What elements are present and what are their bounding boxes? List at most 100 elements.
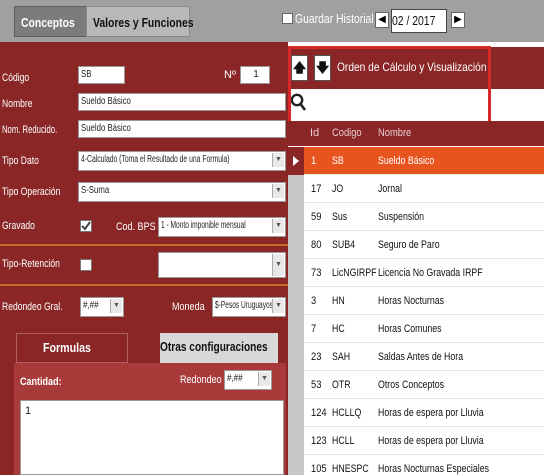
- cell-codigo: HNESPC: [332, 463, 369, 475]
- cell-id: 123: [311, 435, 327, 447]
- cell-codigo: OTR: [332, 379, 351, 391]
- tipo-operacion-select[interactable]: S-Suma ▼: [78, 182, 286, 202]
- next-period-button[interactable]: ▶: [451, 12, 465, 28]
- tab-valores-funciones[interactable]: Valores y Funciones: [86, 6, 194, 37]
- nombre-reducido-input[interactable]: Sueldo Básico: [78, 120, 286, 138]
- row-indicator: [288, 371, 304, 399]
- row-indicator: [288, 203, 304, 231]
- numero-label: Nº: [224, 69, 236, 81]
- arrow-left-icon: ◀: [378, 14, 386, 25]
- previous-period-button[interactable]: ◀: [375, 12, 389, 28]
- tab-valores-label: Valores y Funciones: [93, 15, 194, 30]
- row-indicator: [288, 147, 304, 175]
- search-input[interactable]: [308, 89, 544, 119]
- cell-nombre: Suspensión: [378, 211, 424, 223]
- cell-id: 17: [311, 183, 322, 195]
- nombre-reducido-label: Nom. Reducido.: [2, 124, 58, 136]
- nombre-input[interactable]: Sueldo Básico: [78, 93, 286, 111]
- chevron-down-icon: ▼: [258, 372, 270, 386]
- redondeo-select[interactable]: #,## ▼: [224, 370, 272, 390]
- cell-nombre: Jornal: [378, 183, 402, 195]
- cell-codigo: HC: [332, 323, 345, 335]
- cell-codigo: HCLL: [332, 435, 355, 447]
- cell-codigo: HCLLQ: [332, 407, 362, 419]
- period-field[interactable]: 02 / 2017: [391, 9, 447, 33]
- tab-formulas[interactable]: Formulas: [16, 333, 128, 363]
- table-row[interactable]: 3 HN Horas Nocturnas: [288, 287, 544, 315]
- move-down-button[interactable]: 🡇: [314, 55, 331, 81]
- arrow-up-icon: 🡅: [292, 60, 307, 75]
- row-pointer-icon: [293, 156, 299, 166]
- nombre-label: Nombre: [2, 98, 33, 110]
- table-row[interactable]: 124 HCLLQ Horas de espera por Lluvia: [288, 399, 544, 427]
- chevron-down-icon: ▼: [272, 184, 284, 198]
- tab-otras-configuraciones[interactable]: Otras configuraciones: [160, 333, 278, 363]
- cell-id: 80: [311, 239, 322, 251]
- cell-id: 23: [311, 351, 322, 363]
- redondeo-gral-select[interactable]: #,## ▼: [80, 297, 124, 317]
- tipo-retencion-checkbox[interactable]: [80, 259, 92, 271]
- header-nombre: Nombre: [378, 127, 412, 139]
- gravado-checkbox[interactable]: [80, 220, 92, 232]
- cell-codigo: SAH: [332, 351, 351, 363]
- tab-conceptos[interactable]: Conceptos: [14, 6, 90, 37]
- row-indicator: [288, 427, 304, 455]
- table-row[interactable]: 73 LicNGIRPF Licencia No Gravada IRPF: [288, 259, 544, 287]
- cell-id: 59: [311, 211, 322, 223]
- codigo-input[interactable]: SB: [78, 66, 125, 84]
- gravado-label: Gravado: [2, 220, 35, 232]
- cantidad-label: Cantidad:: [20, 376, 62, 388]
- table-row[interactable]: 53 OTR Otros Conceptos: [288, 371, 544, 399]
- table-row[interactable]: 59 Sus Suspensión: [288, 203, 544, 231]
- chevron-down-icon: ▼: [272, 254, 284, 276]
- cell-nombre: Licencia No Gravada IRPF: [378, 267, 483, 279]
- table-row[interactable]: 7 HC Horas Comunes: [288, 315, 544, 343]
- numero-input[interactable]: 1: [240, 66, 270, 84]
- cell-id: 1: [311, 155, 317, 167]
- cell-id: 124: [311, 407, 327, 419]
- order-title: Orden de Cálculo y Visualización: [337, 60, 487, 74]
- cell-codigo: SUB4: [332, 239, 355, 251]
- formula-textarea[interactable]: 1: [20, 400, 284, 475]
- cell-codigo: LicNGIRPF: [332, 267, 377, 279]
- cell-codigo: HN: [332, 295, 345, 307]
- table-row[interactable]: 80 SUB4 Seguro de Paro: [288, 231, 544, 259]
- chevron-down-icon: ▼: [272, 299, 284, 313]
- moneda-select[interactable]: $-Pesos Uruguayos ▼: [212, 297, 286, 317]
- header-codigo: Codigo: [332, 127, 362, 139]
- redondeo-gral-label: Redondeo Gral.: [2, 301, 63, 313]
- chevron-down-icon: ▼: [272, 219, 284, 233]
- tipo-retencion-select[interactable]: ▼: [158, 252, 286, 278]
- table-row[interactable]: 23 SAH Saldas Antes de Hora: [288, 343, 544, 371]
- cell-nombre: Horas Nocturnas: [378, 295, 445, 307]
- cell-nombre: Horas de espera por Lluvia: [378, 435, 484, 447]
- cell-id: 105: [311, 463, 327, 475]
- table-row[interactable]: 123 HCLL Horas de espera por Lluvia: [288, 427, 544, 455]
- guardar-historial-checkbox[interactable]: [282, 13, 293, 24]
- cell-nombre: Seguro de Paro: [378, 239, 440, 251]
- row-indicator: [288, 399, 304, 427]
- table-row[interactable]: 17 JO Jornal: [288, 175, 544, 203]
- chevron-down-icon: ▼: [272, 153, 284, 167]
- codigo-label: Código: [2, 72, 30, 84]
- tipo-dato-select[interactable]: 4-Calculado (Toma el Resultado de una Fo…: [78, 151, 286, 171]
- cell-codigo: Sus: [332, 211, 348, 223]
- cell-nombre: Sueldo Básico: [378, 155, 435, 167]
- arrow-down-icon: 🡇: [315, 60, 330, 75]
- header-id: Id: [310, 127, 320, 139]
- move-up-button[interactable]: 🡅: [291, 55, 308, 81]
- cell-id: 7: [311, 323, 317, 335]
- cell-codigo: JO: [332, 183, 344, 195]
- cell-nombre: Horas Nocturnas Especiales: [378, 463, 490, 475]
- table-row[interactable]: 105 HNESPC Horas Nocturnas Especiales: [288, 455, 544, 475]
- cell-nombre: Horas Comunes: [378, 323, 442, 335]
- table-row[interactable]: 1 SB Sueldo Básico: [288, 147, 544, 175]
- row-indicator: [288, 455, 304, 475]
- cod-bps-select[interactable]: 1 - Monto imponible mensual ▼: [158, 217, 286, 237]
- cell-nombre: Otros Conceptos: [378, 379, 445, 391]
- cell-id: 53: [311, 379, 322, 391]
- row-indicator: [288, 287, 304, 315]
- chevron-down-icon: ▼: [110, 299, 122, 313]
- search-icon[interactable]: [290, 93, 306, 111]
- cell-id: 73: [311, 267, 322, 279]
